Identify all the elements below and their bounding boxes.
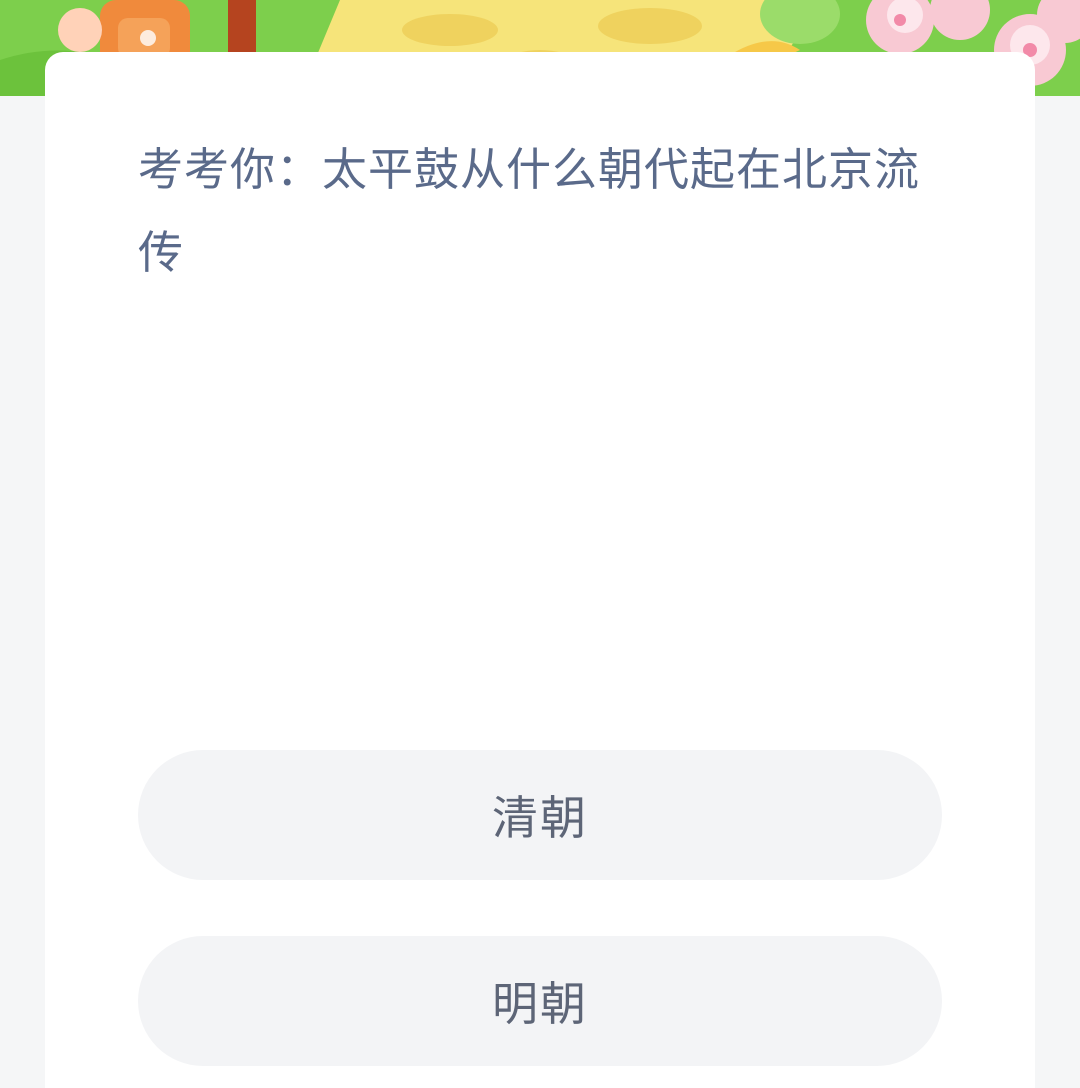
question-card: 考考你：太平鼓从什么朝代起在北京流传 清朝 明朝 — [45, 52, 1035, 1088]
quiz-page: 考考你：太平鼓从什么朝代起在北京流传 清朝 明朝 — [0, 0, 1080, 1088]
answer-option-qing[interactable]: 清朝 — [138, 750, 942, 880]
question-text: 考考你：太平鼓从什么朝代起在北京流传 — [138, 143, 921, 279]
answer-option-ming[interactable]: 明朝 — [138, 936, 942, 1066]
answer-options: 清朝 明朝 — [138, 750, 942, 1066]
